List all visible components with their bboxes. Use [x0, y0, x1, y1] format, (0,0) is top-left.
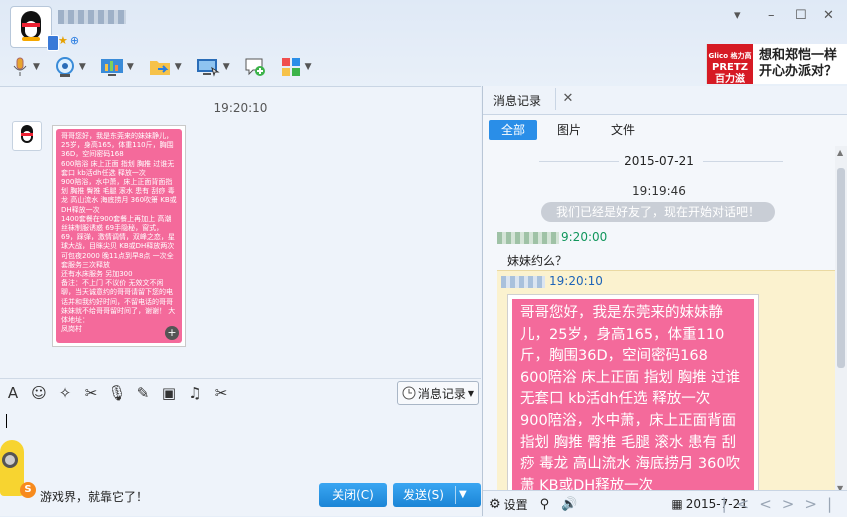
next-page-icon[interactable]: > [782, 495, 805, 513]
chat-window: ★⊕ ▾ – ☐ ✕ ▼ ▼ ▼ ▼ ▼ ▼ Glico 格力高 PRETZ [0, 0, 847, 517]
log-message-text: 妹妹约么？ [507, 254, 568, 268]
calendar-icon: ▦ [671, 497, 683, 511]
search-icon[interactable]: ⚲ [540, 497, 550, 512]
message-log-button[interactable]: 消息记录 ▼ [396, 381, 479, 405]
send-label: 发送(S) [403, 488, 444, 502]
ad-slogan-line2: 开心办派对？ [759, 64, 838, 79]
log-date: 2015-07-21 [624, 154, 694, 168]
log-sender-time: 9:20:00 [561, 230, 608, 244]
screen-share-icon [100, 59, 123, 76]
minimize-icon[interactable]: – [768, 8, 775, 23]
input-toolbar: A ☺ ✧ ✂ 🎙 ✎ ▣ ♫ ✂ 消息记录 ▼ [0, 378, 481, 407]
remote-assist-icon [196, 59, 220, 77]
panel-footer: ⚙ 设置 ⚲ 🔊 ▦ 2015-7-21 |<<>>| [483, 490, 847, 517]
ad-slogan-line1: 想和郑恺一样 [759, 48, 838, 63]
image-send-icon[interactable]: ▣ [156, 384, 182, 402]
tab-message-log[interactable]: 消息记录 [493, 92, 541, 109]
send-button[interactable]: 发送(S) ▼ [393, 483, 481, 507]
send-options-chevron-icon[interactable]: ▼ [459, 483, 467, 507]
filter-all[interactable]: 全部 [489, 120, 538, 140]
sender-name-blurred [497, 232, 559, 244]
contact-avatar[interactable] [10, 6, 59, 51]
prev-page-icon[interactable]: < [759, 495, 782, 513]
settings-button[interactable]: ⚙ 设置 [489, 496, 528, 513]
ad-brand-line1: Glico 格力高 [708, 52, 752, 60]
zoom-icon[interactable]: + [165, 326, 179, 340]
top-toolbar: ▼ ▼ ▼ ▼ ▼ ▼ [6, 54, 316, 80]
panel-tabbar: 消息记录 ✕ [483, 86, 847, 115]
first-page-icon[interactable]: |< [722, 495, 760, 513]
scissors-icon[interactable]: ✂ [208, 384, 234, 402]
message-log-list[interactable]: 2015-07-21 19:19:46 我们已经是好友了，现在开始对话吧！ 9:… [483, 146, 835, 495]
chat-image-message[interactable]: 哥哥您好，我是东莞来的妹妹静儿，25岁，身高165，体重110斤，胸围36D，空… [52, 125, 186, 347]
ad-slogan: 想和郑恺一样 开心办派对？ [759, 48, 837, 80]
chevron-down-icon: ▼ [467, 388, 474, 398]
settings-label: 设置 [503, 497, 528, 512]
gear-icon: ⚙ [489, 496, 501, 512]
file-transfer-button[interactable]: ▼ [144, 54, 186, 80]
last-page-icon[interactable]: >| [804, 495, 842, 513]
log-sender-time: 19:20:10 [549, 274, 603, 288]
log-navigation[interactable]: |<<>>| [722, 495, 842, 513]
sender-avatar[interactable] [12, 121, 42, 151]
contact-nickname-blurred [58, 10, 126, 24]
footer-promo-text[interactable]: 游戏界，就靠它了！ [40, 488, 148, 505]
ad-brand-line3: 百力滋 [715, 74, 745, 84]
apps-icon [281, 58, 300, 76]
maximize-icon[interactable]: ☐ [795, 8, 807, 23]
panel-close-icon[interactable]: ✕ [555, 88, 576, 110]
message-log-label: 消息记录 [417, 386, 466, 401]
message-input[interactable] [0, 406, 481, 484]
log-image-text: 哥哥您好，我是东莞来的妹妹静儿，25岁，身高165，体重110斤，胸围36D，空… [512, 299, 754, 495]
screen-share-button[interactable]: ▼ [96, 54, 138, 80]
mic-button[interactable]: ▼ [6, 54, 44, 80]
add-chat-button[interactable] [240, 54, 270, 80]
clock-icon [402, 386, 416, 400]
log-image-message[interactable]: 哥哥您好，我是东莞来的妹妹静儿，25岁，身高165，体重110斤，胸围36D，空… [507, 294, 759, 495]
font-icon[interactable]: A [0, 384, 26, 402]
ad-brand-line2: PRETZ [712, 62, 748, 73]
qzone-icon[interactable]: ⊕ [70, 34, 79, 47]
filter-images[interactable]: 图片 [545, 120, 593, 140]
system-message: 我们已经是好友了，现在开始对话吧！ [541, 202, 775, 222]
speaker-icon[interactable]: 🔊 [561, 497, 577, 512]
message-log-panel: 消息记录 ✕ 全部 图片 文件 2015-07-21 19:19:46 我们已经… [482, 86, 847, 517]
dropdown-icon[interactable]: ▾ [734, 8, 741, 23]
log-scrollbar[interactable]: ▲ ▼ [835, 146, 847, 495]
log-time: 19:19:46 [632, 184, 686, 198]
remote-assist-button[interactable]: ▼ [192, 54, 234, 80]
camera-icon [55, 57, 74, 77]
doodle-icon[interactable]: ✎ [130, 384, 156, 402]
sender-name-blurred [501, 276, 545, 288]
chat-message-area[interactable]: 19:20:10 哥哥您好，我是东莞来的妹妹静儿，25岁，身高165，体重110… [0, 86, 481, 379]
mic-icon [13, 57, 27, 76]
close-button[interactable]: 关闭(C) [319, 483, 387, 507]
log-date-divider: 2015-07-21 [483, 154, 835, 168]
close-window-icon[interactable]: ✕ [823, 8, 834, 23]
scroll-thumb[interactable] [837, 168, 845, 368]
add-chat-icon [245, 58, 265, 76]
text-caret [6, 414, 7, 428]
star-icon[interactable]: ★ [58, 34, 68, 47]
scroll-up-icon[interactable]: ▲ [837, 148, 843, 157]
chat-image-text: 哥哥您好，我是东莞来的妹妹静儿，25岁，身高165，体重110斤，胸围36D，空… [56, 129, 182, 343]
folder-transfer-icon [149, 61, 170, 75]
chat-timestamp: 19:20:10 [213, 101, 268, 115]
ad-brand-block: Glico 格力高 PRETZ 百力滋 [707, 44, 753, 84]
music-icon[interactable]: ♫ [182, 384, 208, 402]
apps-button[interactable]: ▼ [276, 54, 316, 80]
status-icons: ★ ⊕ [58, 34, 79, 47]
voice-message-icon[interactable]: 🎙 [104, 384, 130, 402]
screenshot-icon[interactable]: ✂ [78, 384, 104, 402]
ad-banner[interactable]: Glico 格力高 PRETZ 百力滋 想和郑恺一样 开心办派对？ [706, 44, 847, 84]
video-button[interactable]: ▼ [50, 54, 90, 80]
game-s-icon[interactable]: S [20, 482, 36, 498]
emoji-icon[interactable]: ☺ [26, 384, 52, 402]
nudge-icon[interactable]: ✧ [52, 384, 78, 402]
filter-files[interactable]: 文件 [599, 120, 647, 140]
